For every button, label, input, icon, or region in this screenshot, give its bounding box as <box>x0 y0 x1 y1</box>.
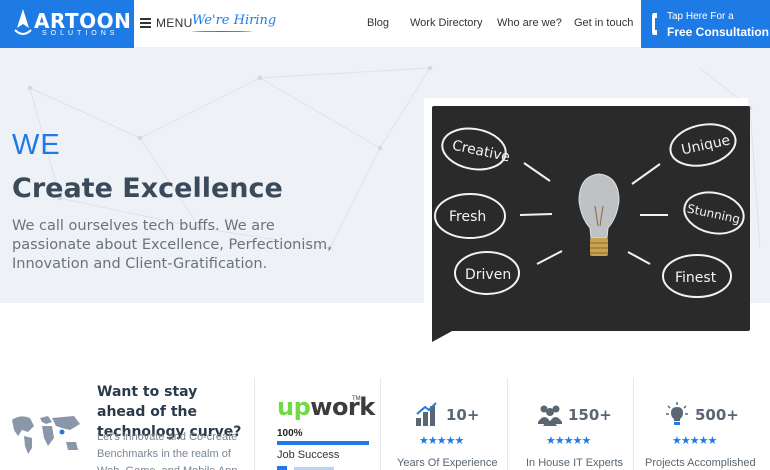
hero-title: Create Excellence <box>12 173 283 204</box>
job-success-bar <box>277 441 369 445</box>
logo-tagline: SOLUTIONS <box>42 30 119 37</box>
chalkboard-tail <box>432 330 454 342</box>
divider <box>380 378 381 470</box>
divider <box>254 378 255 470</box>
job-success-label: Job Success <box>277 449 340 461</box>
lightbulb-graphic <box>578 173 620 256</box>
stat-label-projects: Projects Accomplished <box>645 457 756 469</box>
stat-label-experts: In House IT Experts <box>526 457 624 469</box>
cta-line1: Tap Here For a <box>667 11 734 22</box>
stat-value-projects: 500+ <box>695 406 739 424</box>
nav-blog[interactable]: Blog <box>367 17 389 29</box>
cta-line2: Free Consultation <box>667 25 770 39</box>
stat-value-experts: 150+ <box>568 406 612 424</box>
upwork-trademark: TM <box>352 396 361 402</box>
hiring-underline <box>192 30 252 32</box>
job-success-bar-fill <box>277 441 369 445</box>
word-driven: Driven <box>465 267 511 283</box>
rocket-icon <box>14 9 32 35</box>
divider <box>507 378 508 470</box>
chart-icon <box>416 402 437 426</box>
divider <box>633 378 634 470</box>
stat-rating-experience: ★★★★★ <box>419 435 464 447</box>
stat-rating-experts: ★★★★★ <box>546 435 591 447</box>
hero-we: WE <box>12 129 61 161</box>
chalkboard-image: Creative Unique Fresh Stunning Driven Fi… <box>432 106 750 331</box>
menu-button[interactable]: MENU <box>140 16 193 30</box>
nav-work-directory[interactable]: Work Directory <box>410 17 483 29</box>
word-unique: Unique <box>680 132 732 158</box>
stat-value-experience: 10+ <box>446 406 480 424</box>
stat-label-experience: Years Of Experience <box>397 457 498 469</box>
nav-who-are-we[interactable]: Who are we? <box>497 17 562 29</box>
chalkboard-art: Creative Unique Fresh Stunning Driven Fi… <box>434 123 745 298</box>
stat-rating-projects: ★★★★★ <box>672 435 717 447</box>
lightbulb-icon <box>666 402 688 425</box>
upwork-logo-work: work <box>310 393 375 421</box>
job-success-percent: 100% <box>277 428 303 439</box>
site-header: ARTOON SOLUTIONS MENU We're Hiring Blog … <box>0 0 770 48</box>
world-map-icon <box>12 416 80 454</box>
word-stunning: Stunning <box>686 202 741 227</box>
logo[interactable]: ARTOON SOLUTIONS <box>0 0 134 48</box>
upwork-badge <box>277 466 287 470</box>
team-icon <box>538 405 562 426</box>
word-fresh: Fresh <box>449 209 486 225</box>
free-consultation-button[interactable]: Tap Here For a Free Consultation <box>641 0 770 48</box>
promo-description: Let's innovate and Co-create Benchmarks … <box>97 431 238 470</box>
hiring-link[interactable]: We're Hiring <box>192 13 276 28</box>
word-finest: Finest <box>675 270 717 286</box>
hamburger-icon <box>140 18 151 28</box>
upwork-logo-up: up <box>277 393 311 421</box>
hero-description: We call ourselves tech buffs. We are pas… <box>12 218 332 272</box>
menu-label: MENU <box>156 16 193 30</box>
nav-get-in-touch[interactable]: Get in touch <box>574 17 633 29</box>
phone-icon <box>652 13 657 35</box>
